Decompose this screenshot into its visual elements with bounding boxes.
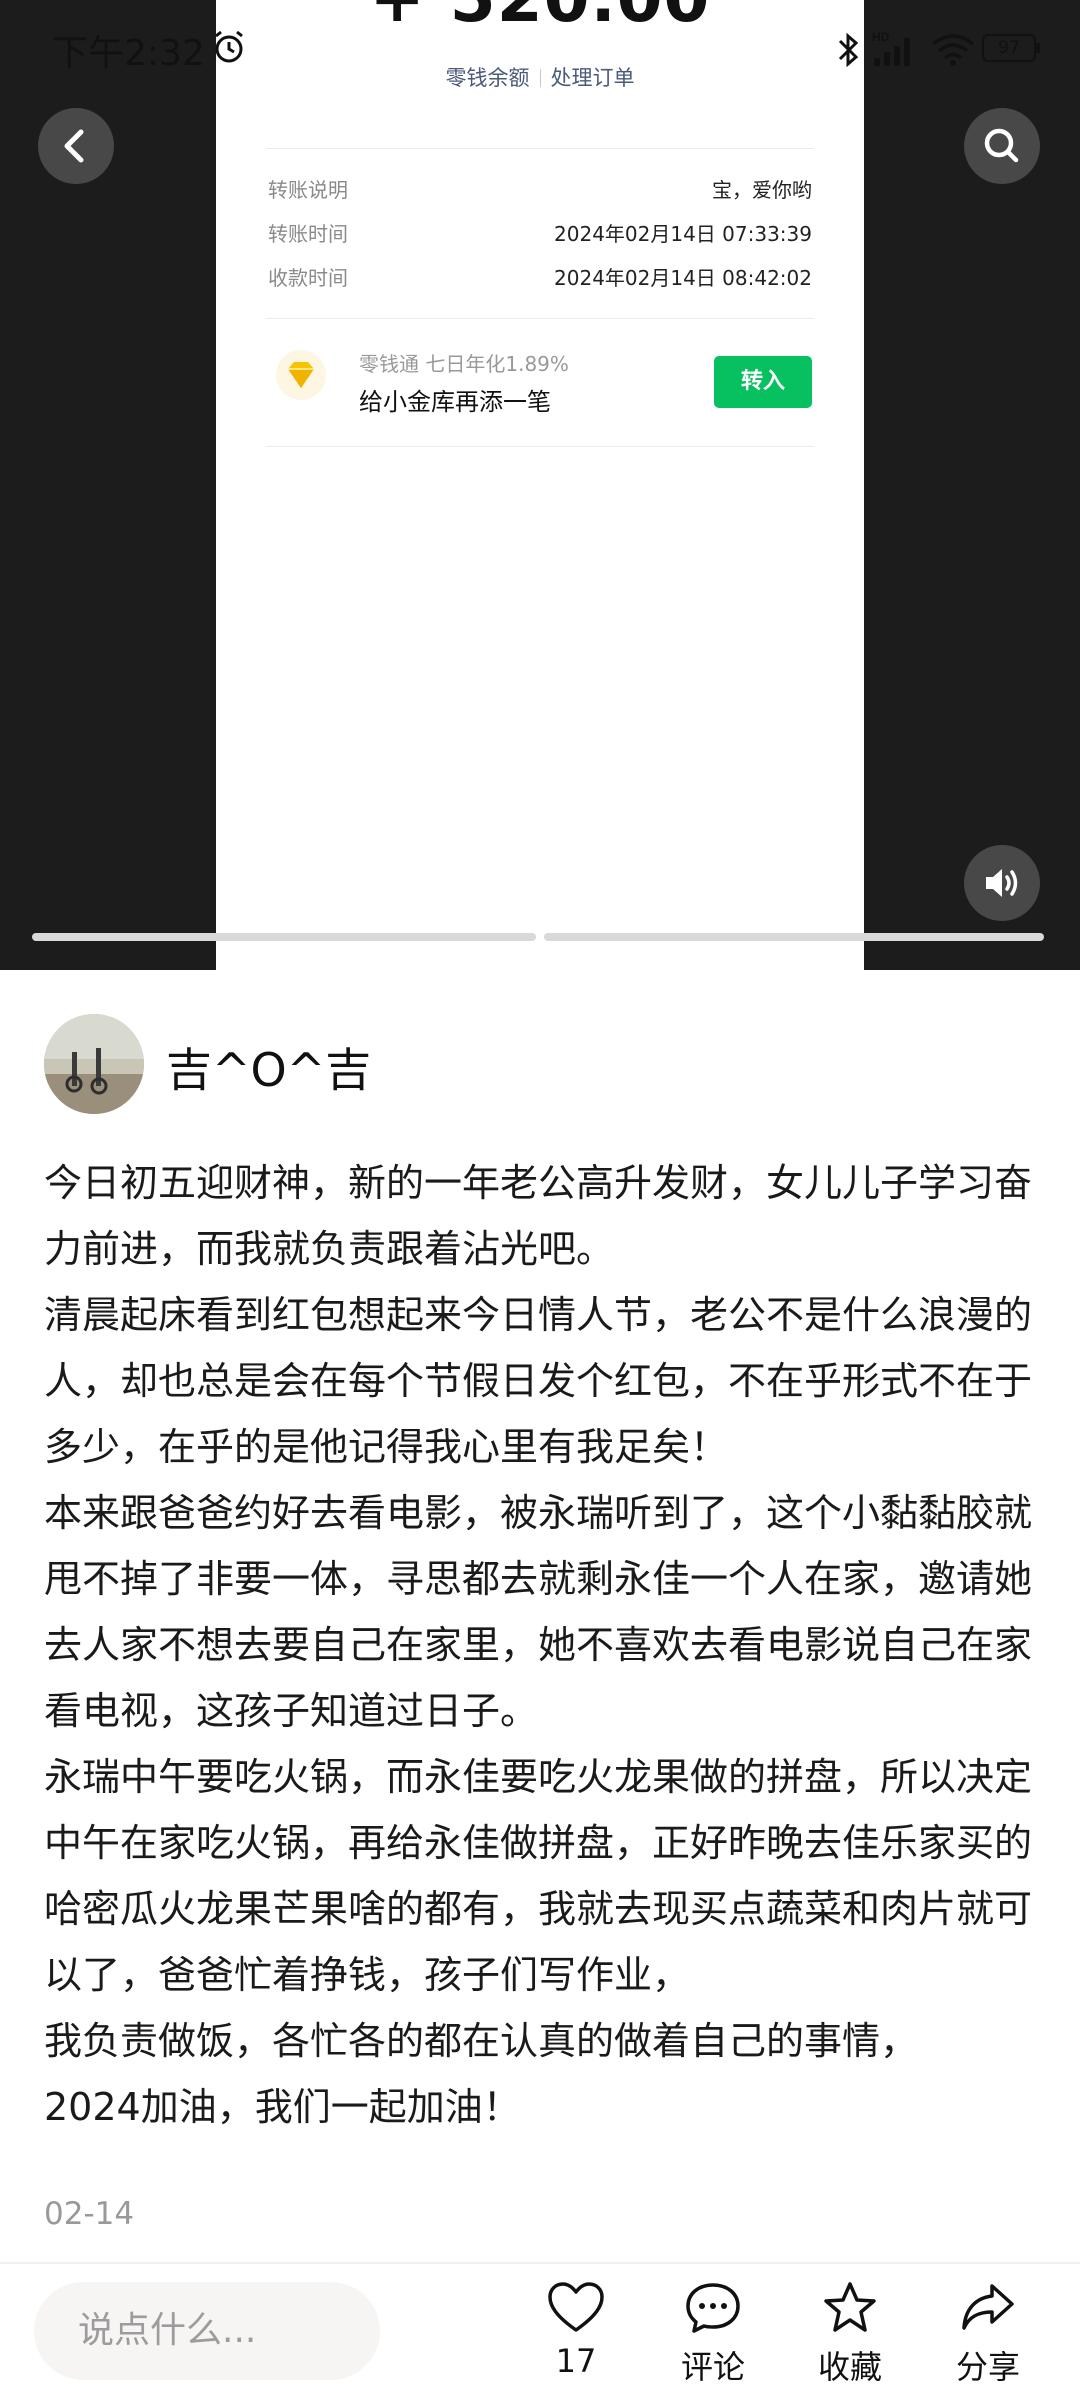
media-viewer[interactable]: + 520.00 零钱余额处理订单 转账说明 宝，爱你哟 转账时间 2024年0… — [0, 0, 1080, 970]
back-icon — [64, 129, 84, 163]
detail-value: 2024年02月14日 08:42:02 — [554, 266, 812, 290]
status-bar: 下午2:32 HD 97 — [0, 0, 1080, 96]
transfer-in-button: 转入 — [714, 356, 812, 408]
star-icon — [824, 2282, 876, 2332]
diamond-icon — [276, 350, 326, 400]
detail-label: 转账说明 — [268, 178, 348, 202]
network-type: HD — [872, 30, 890, 44]
transfer-screenshot: + 520.00 零钱余额处理订单 转账说明 宝，爱你哟 转账时间 2024年0… — [216, 0, 864, 970]
divider — [266, 446, 814, 447]
post-date: 02-14 — [44, 2196, 135, 2232]
like-button[interactable]: 17 — [526, 2280, 626, 2380]
detail-value: 宝，爱你哟 — [712, 178, 812, 202]
image-indicator-1[interactable] — [32, 933, 536, 941]
heart-icon — [548, 2282, 604, 2332]
wifi-icon — [931, 34, 974, 66]
avatar[interactable] — [44, 1014, 144, 1114]
back-button[interactable] — [38, 108, 114, 184]
divider — [0, 2262, 1080, 2264]
volume-icon — [986, 869, 1018, 897]
divider — [266, 318, 814, 319]
detail-value: 2024年02月14日 07:33:39 — [554, 222, 812, 246]
status-time: 下午2:32 — [52, 33, 205, 74]
signal-icon: HD — [872, 30, 910, 66]
promo-title: 给小金库再添一笔 — [359, 388, 551, 416]
search-button[interactable] — [964, 108, 1040, 184]
post-paragraph: 本来跟爸爸约好去看电影，被永瑞听到了，这个小黏黏胶就甩不掉了非要一体，寻思都去就… — [44, 1491, 1033, 1733]
favorite-label: 收藏 — [817, 2348, 882, 2386]
post-paragraph: 永瑞中午要吃火锅，而永佳要吃火龙果做的拼盘，所以决定中午在家吃火锅，再给永佳做拼… — [44, 1755, 1033, 1997]
volume-button[interactable] — [964, 845, 1040, 921]
share-button[interactable]: 分享 — [938, 2280, 1038, 2388]
comment-button[interactable]: 评论 — [663, 2280, 763, 2388]
share-label: 分享 — [955, 2348, 1020, 2386]
like-count: 17 — [555, 2342, 597, 2380]
comment-icon — [686, 2283, 740, 2333]
alarm-icon — [215, 30, 243, 63]
share-icon — [962, 2284, 1014, 2330]
image-indicator-2[interactable] — [544, 933, 1044, 941]
comment-label: 评论 — [680, 2348, 745, 2386]
status-icons: HD 97 — [831, 30, 1040, 70]
post-body: 今日初五迎财神，新的一年老公高升发财，女儿儿子学习奋力前进，而我就负责跟着沾光吧… — [44, 1150, 1044, 2140]
username[interactable]: 吉^O^吉 — [166, 1034, 371, 1100]
battery-icon: 97 — [982, 34, 1040, 62]
battery-level: 97 — [998, 38, 1020, 58]
bluetooth-icon — [838, 32, 858, 68]
detail-label: 收款时间 — [268, 266, 348, 290]
comment-input[interactable]: 说点什么... — [34, 2282, 380, 2380]
divider — [266, 148, 814, 149]
favorite-button[interactable]: 收藏 — [800, 2280, 900, 2388]
post-paragraph: 今日初五迎财神，新的一年老公高升发财，女儿儿子学习奋力前进，而我就负责跟着沾光吧… — [44, 1161, 1033, 1271]
post-paragraph: 我负责做饭，各忙各的都在认真的做着自己的事情， — [44, 2019, 919, 2063]
post-paragraph: 清晨起床看到红包想起来今日情人节，老公不是什么浪漫的人，却也总是会在每个节假日发… — [44, 1293, 1033, 1469]
detail-label: 转账时间 — [268, 222, 348, 246]
search-icon — [984, 128, 1019, 163]
promo-subtitle: 零钱通 七日年化1.89% — [359, 352, 569, 376]
post-paragraph: 2024加油，我们一起加油！ — [44, 2085, 521, 2129]
